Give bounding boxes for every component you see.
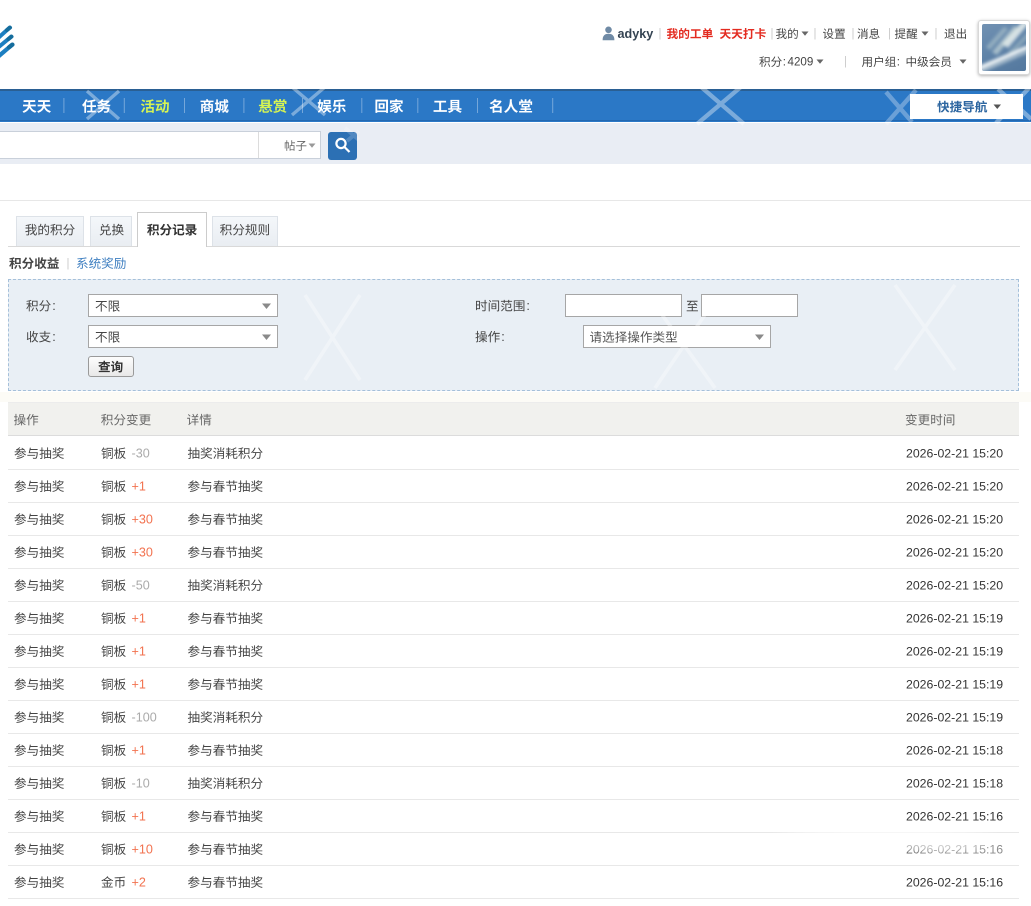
svg-text:2026-02-21 15:20: 2026-02-21 15:20 <box>906 578 1003 592</box>
svg-text::: : <box>52 330 56 344</box>
svg-text:|: | <box>888 28 891 40</box>
svg-text::: : <box>526 299 530 313</box>
svg-text::: : <box>783 56 786 69</box>
svg-text:+30: +30 <box>132 512 153 526</box>
svg-text:|: | <box>844 56 847 68</box>
svg-text:|: | <box>814 28 817 40</box>
svg-text:2026-02-21 15:18: 2026-02-21 15:18 <box>906 743 1003 757</box>
svg-text:2026-02-21 15:19: 2026-02-21 15:19 <box>906 677 1003 691</box>
svg-text:2026-02-21 15:20: 2026-02-21 15:20 <box>906 545 1003 559</box>
svg-text:2026-02-21 15:16: 2026-02-21 15:16 <box>906 809 1003 823</box>
svg-text:|: | <box>935 28 938 40</box>
svg-text:|: | <box>852 28 855 40</box>
svg-text:+1: +1 <box>132 611 146 625</box>
svg-text:-30: -30 <box>132 446 150 460</box>
svg-text:2026-02-21 15:20: 2026-02-21 15:20 <box>906 446 1003 460</box>
svg-text:+1: +1 <box>132 743 146 757</box>
svg-text:2026-02-21 15:19: 2026-02-21 15:19 <box>906 710 1003 724</box>
svg-text:2026-02-21 15:20: 2026-02-21 15:20 <box>906 512 1003 526</box>
svg-text:2026-02-21 15:19: 2026-02-21 15:19 <box>906 644 1003 658</box>
svg-text:+1: +1 <box>132 479 146 493</box>
svg-text:-100: -100 <box>132 710 157 724</box>
svg-text::: : <box>897 56 900 69</box>
svg-text:4209: 4209 <box>788 56 814 69</box>
svg-text:-50: -50 <box>132 578 150 592</box>
svg-text:+1: +1 <box>132 677 146 691</box>
svg-text:2026-02-21 15:20: 2026-02-21 15:20 <box>906 479 1003 493</box>
svg-text:+30: +30 <box>132 545 153 559</box>
svg-text::: : <box>501 330 505 344</box>
svg-text:+2: +2 <box>132 875 146 889</box>
svg-text:2026-02-21 15:16: 2026-02-21 15:16 <box>906 875 1003 889</box>
svg-text:2026-02-21 15:19: 2026-02-21 15:19 <box>906 611 1003 625</box>
svg-text::: : <box>52 299 56 313</box>
svg-text:adyky: adyky <box>618 27 654 41</box>
svg-text:|: | <box>771 28 774 40</box>
svg-text:-10: -10 <box>132 776 150 790</box>
svg-text:+10: +10 <box>132 842 153 856</box>
svg-text:2026-02-21 15:18: 2026-02-21 15:18 <box>906 776 1003 790</box>
svg-text:+1: +1 <box>132 809 146 823</box>
svg-text:|: | <box>659 28 662 40</box>
svg-text:+1: +1 <box>132 644 146 658</box>
svg-text:|: | <box>67 258 70 270</box>
